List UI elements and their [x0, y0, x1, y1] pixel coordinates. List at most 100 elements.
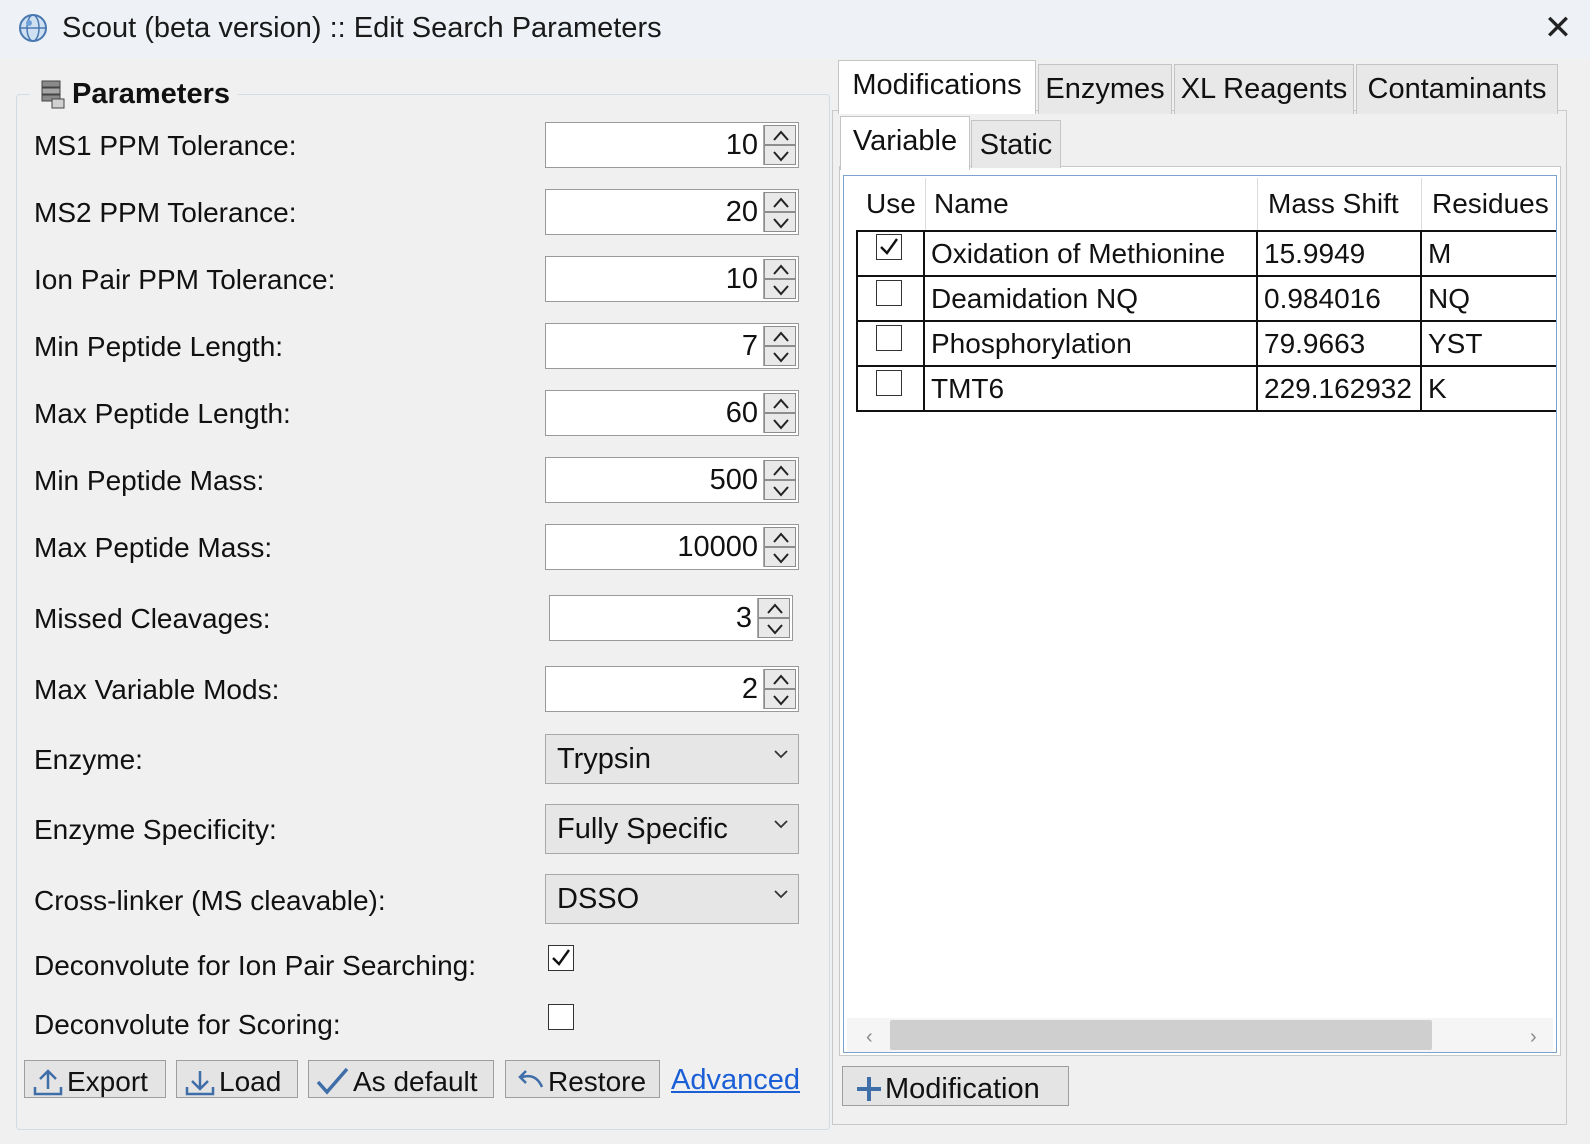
row-use-checkbox[interactable]	[876, 325, 902, 351]
deconvolute-scoring-checkbox[interactable]	[548, 1004, 574, 1030]
deconvolute-ion-pair-label: Deconvolute for Ion Pair Searching:	[34, 950, 477, 981]
min-peptide-length-spinner	[763, 326, 796, 366]
add-modification-button[interactable]: Modification	[842, 1066, 1069, 1106]
tab-static[interactable]: Static	[971, 120, 1061, 168]
spin-up-button[interactable]	[764, 326, 796, 346]
deconvolute-ion-pair-checkbox[interactable]	[548, 945, 574, 971]
spin-down-button[interactable]	[764, 547, 796, 567]
title-bar: Scout (beta version) :: Edit Search Para…	[0, 0, 1590, 58]
max-peptide-mass-input[interactable]: 10000	[545, 524, 799, 570]
missed-cleavages-label: Missed Cleavages:	[34, 603, 271, 634]
row-mass-shift-cell[interactable]: 0.984016	[1264, 277, 1381, 321]
deconvolute-scoring-label: Deconvolute for Scoring:	[34, 1009, 341, 1040]
spin-up-button[interactable]	[764, 669, 796, 689]
ms1-tolerance-label: MS1 PPM Tolerance:	[34, 130, 297, 161]
row-residues-cell[interactable]: M	[1428, 232, 1451, 276]
tab-contaminants[interactable]: Contaminants	[1356, 64, 1558, 114]
max-peptide-length-spinner	[763, 393, 796, 433]
window-title: Scout (beta version) :: Edit Search Para…	[62, 12, 662, 44]
row-mass-shift-cell[interactable]: 229.162932	[1264, 367, 1412, 411]
enzyme-select[interactable]: Trypsin	[545, 734, 799, 784]
tab-modifications[interactable]: Modifications	[838, 60, 1036, 114]
restore-button-label: Restore	[548, 1066, 647, 1097]
spin-down-button[interactable]	[758, 618, 790, 638]
row-use-checkbox[interactable]	[876, 370, 902, 396]
row-use-checkbox[interactable]	[876, 280, 902, 306]
column-header-name[interactable]: Name	[926, 178, 1258, 230]
spin-down-button[interactable]	[764, 689, 796, 709]
spin-up-button[interactable]	[764, 125, 796, 145]
max-variable-mods-input[interactable]: 2	[545, 666, 799, 712]
row-use-checkbox[interactable]	[876, 234, 902, 260]
tab-xl-reagents[interactable]: XL Reagents	[1174, 64, 1354, 114]
row-residues-cell[interactable]: K	[1428, 367, 1447, 411]
ms2-tolerance-spinner	[763, 192, 796, 232]
row-name-cell[interactable]: Oxidation of Methionine	[931, 232, 1225, 276]
advanced-link[interactable]: Advanced	[671, 1064, 800, 1097]
tab-enzymes[interactable]: Enzymes	[1038, 64, 1172, 114]
column-header-mass-shift[interactable]: Mass Shift	[1260, 178, 1422, 230]
row-name-cell[interactable]: TMT6	[931, 367, 1004, 411]
spin-up-button[interactable]	[758, 598, 790, 618]
missed-cleavages-spinner	[757, 598, 790, 638]
load-button-label: Load	[219, 1066, 282, 1097]
spin-down-button[interactable]	[764, 480, 796, 500]
restore-button[interactable]: Restore	[505, 1060, 660, 1098]
max-peptide-mass-value: 10000	[677, 531, 758, 563]
row-residues-cell[interactable]: YST	[1428, 322, 1482, 366]
ion-pair-tolerance-input[interactable]: 10	[545, 256, 799, 302]
scroll-right-icon[interactable]: ›	[1530, 1026, 1537, 1049]
scroll-left-icon[interactable]: ‹	[866, 1026, 873, 1049]
chevron-up-icon	[773, 331, 789, 342]
spin-up-button[interactable]	[764, 259, 796, 279]
add-modification-label: Modification	[885, 1072, 1040, 1105]
spin-down-button[interactable]	[764, 145, 796, 165]
tab-variable[interactable]: Variable	[840, 116, 970, 170]
row-residues-cell[interactable]: NQ	[1428, 277, 1470, 321]
spin-up-button[interactable]	[764, 460, 796, 480]
column-header-residues[interactable]: Residues	[1424, 178, 1556, 230]
spin-up-button[interactable]	[764, 192, 796, 212]
column-header-use[interactable]: Use	[858, 178, 926, 230]
ms1-tolerance-input[interactable]: 10	[545, 122, 799, 168]
chevron-down-icon	[774, 820, 788, 829]
chevron-down-icon	[773, 553, 789, 564]
enzyme-specificity-select[interactable]: Fully Specific	[545, 804, 799, 854]
row-name-cell[interactable]: Phosphorylation	[931, 322, 1132, 366]
export-button[interactable]: Export	[24, 1060, 166, 1098]
checkmark-icon	[880, 238, 898, 255]
row-name-cell[interactable]: Deamidation NQ	[931, 277, 1138, 321]
ms2-tolerance-input[interactable]: 20	[545, 189, 799, 235]
parameters-group-title: Parameters	[72, 77, 230, 110]
spin-down-button[interactable]	[764, 212, 796, 232]
upload-icon	[33, 1069, 63, 1096]
cross-linker-select[interactable]: DSSO	[545, 874, 799, 924]
spin-up-button[interactable]	[764, 527, 796, 547]
chevron-up-icon	[773, 197, 789, 208]
cross-linker-value: DSSO	[557, 883, 640, 915]
chevron-up-icon	[773, 264, 789, 275]
row-mass-shift-cell[interactable]: 79.9663	[1264, 322, 1365, 366]
min-peptide-length-label: Min Peptide Length:	[34, 331, 284, 362]
scrollbar-thumb[interactable]	[890, 1020, 1432, 1050]
database-icon	[41, 80, 65, 109]
as-default-button[interactable]: As default	[308, 1060, 494, 1098]
spin-down-button[interactable]	[764, 413, 796, 433]
spin-up-button[interactable]	[764, 393, 796, 413]
spin-down-button[interactable]	[764, 346, 796, 366]
ms2-tolerance-value: 20	[725, 196, 758, 228]
max-peptide-length-input[interactable]: 60	[545, 390, 799, 436]
load-button[interactable]: Load	[176, 1060, 298, 1098]
min-peptide-mass-value: 500	[709, 464, 758, 496]
ms2-tolerance-label: MS2 PPM Tolerance:	[34, 197, 297, 228]
missed-cleavages-input[interactable]: 3	[549, 595, 793, 641]
chevron-up-icon	[773, 130, 789, 141]
chevron-down-icon	[774, 890, 788, 899]
spin-down-button[interactable]	[764, 279, 796, 299]
close-button[interactable]: ✕	[1540, 10, 1576, 46]
min-peptide-length-input[interactable]: 7	[545, 323, 799, 369]
min-peptide-mass-input[interactable]: 500	[545, 457, 799, 503]
checkmark-icon	[316, 1067, 349, 1095]
max-variable-mods-spinner	[763, 669, 796, 709]
row-mass-shift-cell[interactable]: 15.9949	[1264, 232, 1365, 276]
